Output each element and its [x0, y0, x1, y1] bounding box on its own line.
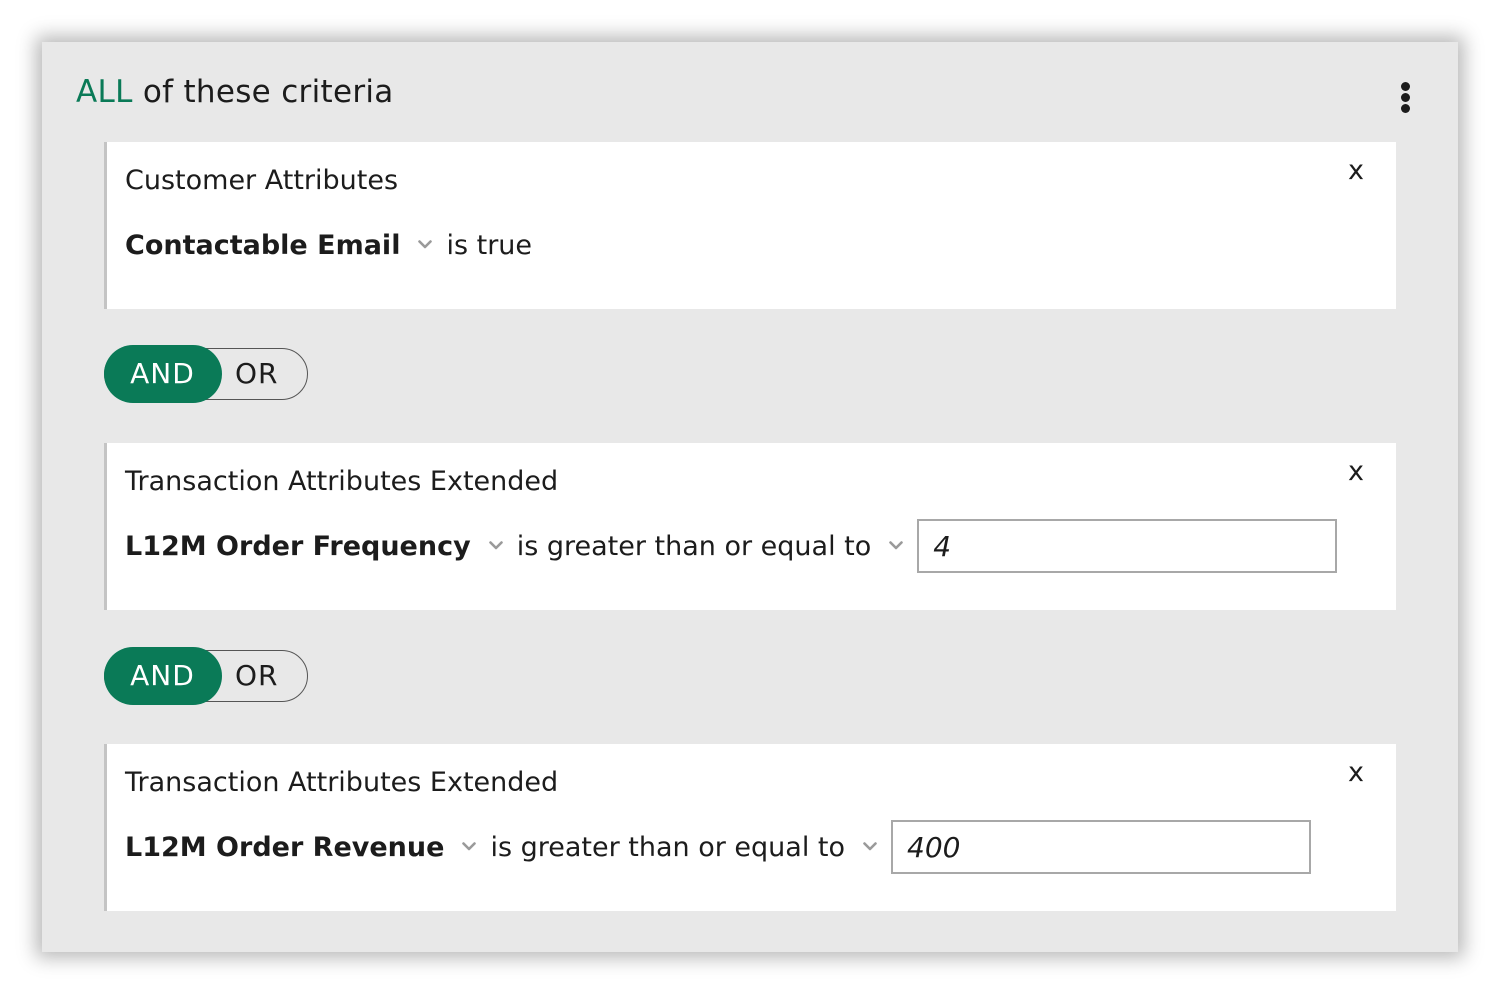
more-vertical-icon[interactable]: [1400, 82, 1412, 114]
chevron-down-icon[interactable]: [488, 540, 503, 550]
field-select[interactable]: Contactable Email: [125, 230, 400, 261]
chevron-down-icon[interactable]: [889, 540, 904, 550]
group-header-suffix: of these criteria: [142, 74, 394, 110]
chevron-down-icon[interactable]: [863, 841, 877, 851]
match-mode-label[interactable]: ALL: [76, 74, 133, 110]
criterion-category: Customer Attributes: [125, 165, 399, 196]
remove-criterion-button[interactable]: x: [1348, 457, 1364, 487]
criterion-category: Transaction Attributes Extended: [125, 466, 559, 497]
value-input[interactable]: 4: [917, 519, 1338, 573]
and-or-toggle[interactable]: AND OR: [103, 345, 308, 403]
criterion-card: Transaction Attributes Extended x L12M O…: [104, 744, 1396, 911]
operator-select[interactable]: is greater than or equal to: [517, 531, 872, 562]
and-option[interactable]: AND: [103, 647, 222, 705]
chevron-down-icon[interactable]: [462, 841, 477, 851]
value-input[interactable]: 400: [891, 820, 1312, 874]
and-option[interactable]: AND: [103, 345, 222, 403]
chevron-down-icon[interactable]: [418, 239, 433, 249]
criterion-row: L12M Order Frequency is greater than or …: [125, 519, 1338, 573]
field-select[interactable]: L12M Order Frequency: [125, 531, 471, 562]
criterion-card: Customer Attributes x Contactable Email …: [104, 142, 1396, 309]
remove-criterion-button[interactable]: x: [1348, 156, 1364, 186]
criterion-row: Contactable Email is true: [125, 218, 532, 272]
group-header: ALL of these criteria: [76, 72, 394, 112]
field-select[interactable]: L12M Order Revenue: [125, 832, 444, 863]
remove-criterion-button[interactable]: x: [1348, 758, 1364, 788]
criterion-category: Transaction Attributes Extended: [125, 767, 559, 798]
and-or-toggle[interactable]: AND OR: [103, 647, 308, 705]
criterion-card: Transaction Attributes Extended x L12M O…: [104, 443, 1396, 610]
operator-label: is true: [446, 229, 533, 261]
or-option[interactable]: OR: [235, 651, 279, 700]
or-option[interactable]: OR: [235, 349, 279, 398]
criterion-row: L12M Order Revenue is greater than or eq…: [125, 820, 1312, 874]
operator-select[interactable]: is greater than or equal to: [490, 832, 845, 863]
criteria-group-panel: ALL of these criteria Customer Attribute…: [42, 42, 1458, 952]
